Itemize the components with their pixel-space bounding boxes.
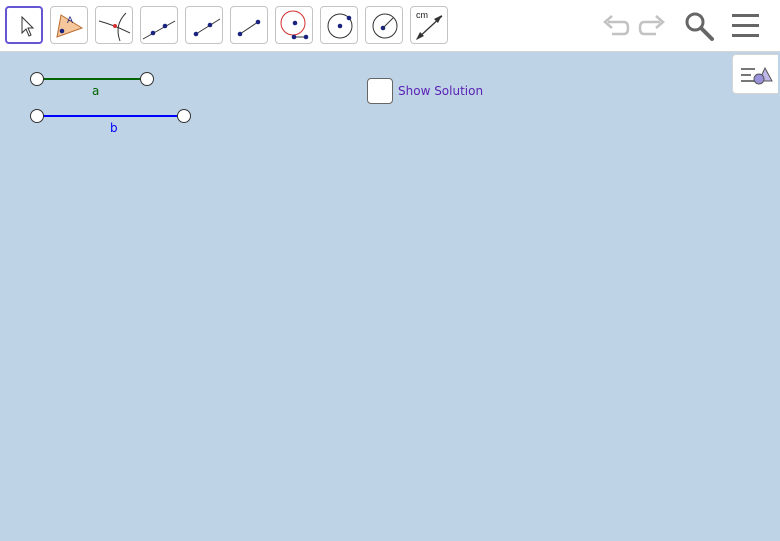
toolbar: A cm [0, 0, 780, 52]
circle-center-point-icon [327, 13, 353, 39]
compass-tool-icon [280, 10, 309, 40]
menu-button[interactable] [730, 10, 762, 42]
distance-tool-unit: cm [416, 10, 428, 20]
polygon-tool-letter: A [67, 15, 74, 25]
polygon-tool[interactable]: A [50, 6, 88, 44]
search-icon [685, 12, 714, 41]
undo-icon [603, 15, 630, 36]
slider-a-end-point[interactable] [140, 72, 154, 86]
ray-tool-icon [193, 18, 221, 37]
slider-a-start-point[interactable] [30, 72, 44, 86]
menu-icon [732, 14, 759, 37]
slider-b-end-point[interactable] [177, 109, 191, 123]
polygon-tool-icon [56, 14, 84, 38]
move-tool[interactable] [5, 6, 43, 44]
redo-button[interactable] [636, 10, 668, 42]
show-solution-label[interactable]: Show Solution [398, 84, 483, 98]
slider-b-start-point[interactable] [30, 109, 44, 123]
segment-tool[interactable] [230, 6, 268, 44]
segment-tool-icon [237, 19, 261, 37]
search-button[interactable] [683, 10, 715, 42]
show-solution-checkbox[interactable] [367, 78, 393, 104]
compass-tool[interactable] [275, 6, 313, 44]
distance-tool[interactable]: cm [410, 6, 448, 44]
intersect-tool-icon [98, 12, 131, 42]
redo-icon [638, 15, 665, 36]
circle-center-radius-tool[interactable] [365, 6, 403, 44]
move-tool-icon [21, 15, 35, 37]
intersect-tool[interactable] [95, 6, 133, 44]
segment-a-label: a [92, 84, 100, 98]
line-tool-icon [142, 20, 176, 40]
ray-tool[interactable] [185, 6, 223, 44]
undo-button[interactable] [600, 10, 632, 42]
line-tool[interactable] [140, 6, 178, 44]
segment-b-label: b [110, 121, 118, 135]
circle-center-radius-icon [372, 13, 398, 39]
circle-center-point-tool[interactable] [320, 6, 358, 44]
